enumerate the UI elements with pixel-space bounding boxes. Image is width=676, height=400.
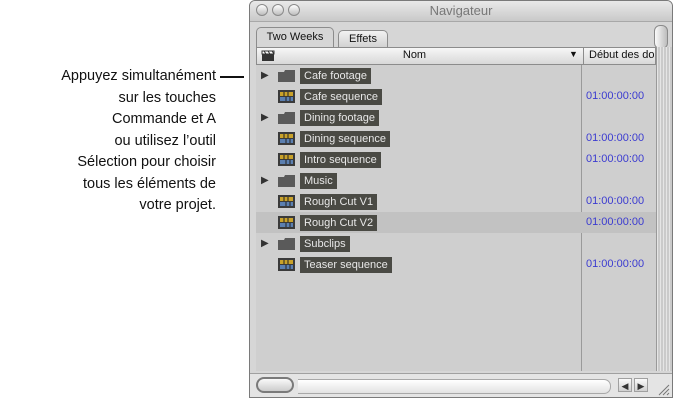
callout-leader-line (220, 76, 244, 78)
scroll-left-arrow-icon[interactable]: ◀ (618, 378, 632, 392)
item-name: Subclips (300, 236, 350, 252)
item-name: Music (300, 173, 337, 189)
disclosure-triangle-icon[interactable]: ▶ (261, 70, 269, 81)
tab-two-weeks[interactable]: Two Weeks (256, 27, 334, 47)
bottom-bar: ◀ ▶ (250, 373, 672, 397)
item-timecode: 01:00:00:00 (586, 258, 645, 270)
item-name: Rough Cut V2 (300, 215, 378, 231)
item-name: Cafe footage (300, 68, 371, 84)
list-item[interactable]: ▶ Music (256, 170, 656, 191)
sequence-icon (278, 153, 295, 166)
disclosure-triangle-icon[interactable]: ▶ (261, 112, 269, 123)
tab-effets[interactable]: Effets (338, 30, 388, 47)
sequence-icon (278, 132, 295, 145)
callout-line-3: Commande et A (112, 111, 216, 127)
callout-text: Appuyez simultanément sur les touches Co… (0, 66, 216, 217)
folder-icon (278, 70, 295, 82)
callout-line-4: ou utilisez l’outil (114, 132, 216, 149)
item-timecode: 01:00:00:00 (586, 216, 645, 228)
list-item[interactable]: Teaser sequence 01:00:00:00 (256, 254, 656, 275)
sort-descending-icon[interactable]: ▼ (569, 49, 578, 59)
list-item[interactable]: ▶ Cafe footage (256, 65, 656, 86)
sequence-icon (278, 216, 295, 229)
resize-grip-icon[interactable] (656, 382, 670, 396)
callout-line-7: votre projet. (139, 197, 216, 213)
column-header: Nom ▼ Début des do (256, 47, 656, 65)
zoom-slider-control[interactable] (256, 377, 294, 393)
item-name: Teaser sequence (300, 257, 392, 273)
list-item[interactable]: Rough Cut V1 01:00:00:00 (256, 191, 656, 212)
folder-icon (278, 238, 295, 250)
callout-line-5: Sélection pour choisir (77, 154, 216, 170)
vertical-scrollbar[interactable] (656, 47, 672, 371)
column-name-header[interactable]: Nom (257, 49, 572, 61)
item-list: ▶ Cafe footage Cafe sequence 01:00:00:00… (256, 65, 656, 371)
item-timecode: 01:00:00:00 (586, 90, 645, 102)
item-name: Intro sequence (300, 152, 381, 168)
toolbar-toggle-button[interactable] (654, 25, 668, 49)
callout-line-1: Appuyez simultanément (61, 68, 216, 84)
list-item[interactable]: Intro sequence 01:00:00:00 (256, 149, 656, 170)
column-divider[interactable] (583, 48, 584, 64)
sequence-icon (278, 195, 295, 208)
horizontal-scrollbar[interactable] (298, 379, 611, 394)
item-name: Dining footage (300, 110, 379, 126)
list-item[interactable]: ▶ Subclips (256, 233, 656, 254)
callout-line-2: sur les touches (118, 89, 216, 106)
item-name: Rough Cut V1 (300, 194, 378, 210)
sequence-icon (278, 258, 295, 271)
disclosure-triangle-icon[interactable]: ▶ (261, 175, 269, 186)
window-title: Navigateur (429, 3, 493, 18)
list-item[interactable]: Dining sequence 01:00:00:00 (256, 128, 656, 149)
scroll-right-arrow-icon[interactable]: ▶ (634, 378, 648, 392)
item-timecode: 01:00:00:00 (586, 153, 645, 165)
folder-icon (278, 112, 295, 124)
item-timecode: 01:00:00:00 (586, 195, 645, 207)
list-item[interactable]: Cafe sequence 01:00:00:00 (256, 86, 656, 107)
callout-line-6: tous les éléments de (83, 175, 216, 192)
browser-window: Navigateur Two Weeks Effets Nom ▼ Début … (249, 0, 673, 398)
list-item[interactable]: Rough Cut V2 01:00:00:00 (256, 212, 656, 233)
title-bar[interactable]: Navigateur (250, 1, 672, 22)
list-item[interactable]: ▶ Dining footage (256, 107, 656, 128)
item-name: Dining sequence (300, 131, 390, 147)
folder-icon (278, 175, 295, 187)
sequence-icon (278, 90, 295, 103)
disclosure-triangle-icon[interactable]: ▶ (261, 238, 269, 249)
item-timecode: 01:00:00:00 (586, 132, 645, 144)
column-start-header[interactable]: Début des do (589, 49, 654, 61)
item-name: Cafe sequence (300, 89, 382, 105)
